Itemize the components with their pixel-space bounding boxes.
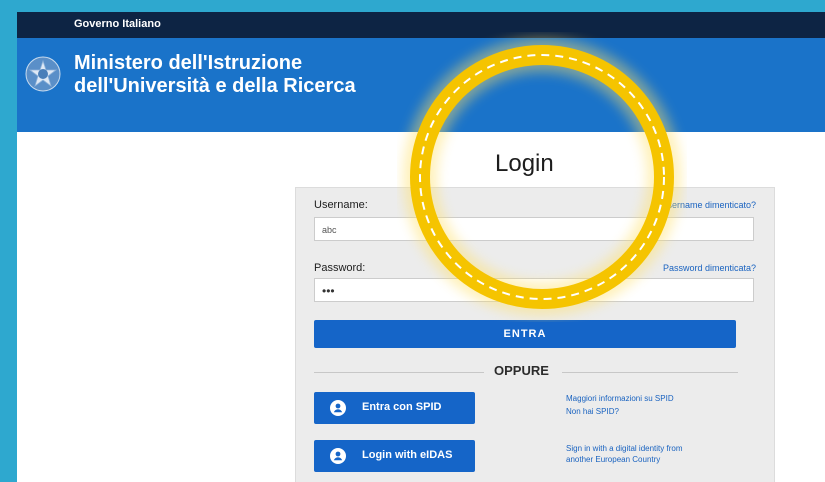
spid-login-button[interactable]: Entra con SPID (314, 392, 475, 424)
eidas-button-label: Login with eIDAS (362, 449, 453, 461)
government-label[interactable]: Governo Italiano (74, 18, 161, 30)
user-icon (330, 400, 346, 416)
enter-button[interactable]: ENTRA (314, 320, 736, 348)
spid-button-label: Entra con SPID (362, 401, 442, 413)
divider-left (314, 372, 484, 373)
eidas-login-button[interactable]: Login with eIDAS (314, 440, 475, 472)
ministry-title-line1: Ministero dell'Istruzione (74, 52, 303, 74)
page-frame: Governo Italiano Ministero dell'Istruzio… (17, 12, 825, 482)
ministry-title[interactable]: Ministero dell'Istruzione dell'Universit… (74, 52, 356, 98)
ministry-title-line2: dell'Università e della Ricerca (74, 75, 356, 97)
user-icon (330, 448, 346, 464)
password-label: Password: (314, 262, 366, 274)
republic-emblem-icon (25, 56, 61, 92)
no-spid-link[interactable]: Non hai SPID? (566, 406, 619, 418)
divider-right (562, 372, 738, 373)
spid-more-info-link[interactable]: Maggiori informazioni su SPID (566, 393, 674, 405)
username-label: Username: (314, 199, 368, 211)
or-label: OPPURE (494, 363, 549, 378)
highlight-ring (403, 38, 681, 316)
eidas-info-link-line2[interactable]: another European Country (566, 454, 660, 466)
